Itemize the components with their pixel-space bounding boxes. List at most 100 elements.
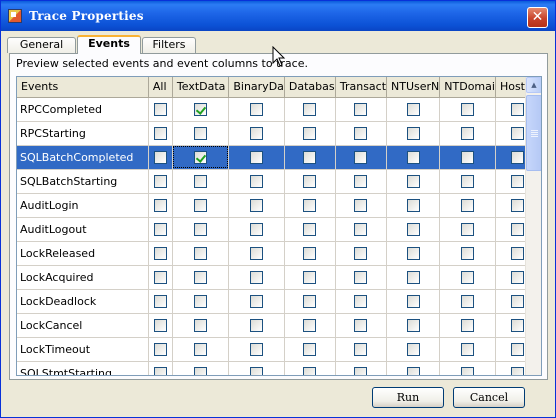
tab-events[interactable]: Events <box>77 35 141 54</box>
column-header-ntusername[interactable]: NTUserN <box>386 77 441 98</box>
checkbox[interactable] <box>194 366 208 375</box>
checkbox[interactable] <box>153 342 167 356</box>
cancel-button[interactable]: Cancel <box>453 387 525 408</box>
checkbox[interactable] <box>153 198 167 212</box>
checkbox[interactable] <box>461 222 475 236</box>
checkbox[interactable] <box>194 294 208 308</box>
table-row[interactable]: LockReleased <box>17 241 541 266</box>
checkbox[interactable] <box>303 270 317 284</box>
checkbox[interactable] <box>354 126 368 140</box>
checkbox[interactable] <box>354 294 368 308</box>
checkbox[interactable] <box>250 294 264 308</box>
checkbox[interactable] <box>511 270 525 284</box>
checkbox[interactable] <box>250 174 264 188</box>
checkbox[interactable] <box>461 318 475 332</box>
checkbox[interactable] <box>303 246 317 260</box>
checkbox[interactable] <box>153 126 167 140</box>
checkbox[interactable] <box>511 102 525 116</box>
event-name-cell[interactable]: LockTimeout <box>17 337 149 362</box>
column-header-binarydata[interactable]: BinaryDa <box>228 77 285 98</box>
table-row[interactable]: LockDeadlock <box>17 289 541 314</box>
checkbox[interactable] <box>194 246 208 260</box>
event-name-cell[interactable]: LockAcquired <box>17 265 149 290</box>
table-row[interactable]: SQLBatchCompleted <box>17 145 541 170</box>
checkbox[interactable] <box>153 318 167 332</box>
checked-checkbox[interactable] <box>194 102 208 116</box>
column-header-ntdomain[interactable]: NTDomai <box>439 77 496 98</box>
checkbox[interactable] <box>303 366 317 375</box>
checkbox[interactable] <box>511 294 525 308</box>
tab-filters[interactable]: Filters <box>142 37 196 53</box>
column-header-database[interactable]: Databas <box>284 77 336 98</box>
column-header-transaction[interactable]: Transact <box>335 77 388 98</box>
checkbox[interactable] <box>153 150 167 164</box>
checkbox[interactable] <box>250 342 264 356</box>
checkbox[interactable] <box>511 366 525 375</box>
checkbox[interactable] <box>461 102 475 116</box>
run-button[interactable]: Run <box>372 387 444 408</box>
checkbox[interactable] <box>250 246 264 260</box>
tab-general[interactable]: General <box>7 37 76 53</box>
checkbox[interactable] <box>250 366 264 375</box>
checkbox[interactable] <box>354 222 368 236</box>
event-name-cell[interactable]: AuditLogin <box>17 193 149 218</box>
checkbox[interactable] <box>153 246 167 260</box>
checkbox[interactable] <box>406 102 420 116</box>
table-row[interactable]: SQLBatchStarting <box>17 169 541 194</box>
event-name-cell[interactable]: LockReleased <box>17 241 149 266</box>
event-name-cell[interactable]: LockCancel <box>17 313 149 338</box>
checkbox[interactable] <box>250 102 264 116</box>
checkbox[interactable] <box>406 174 420 188</box>
table-row[interactable]: SQLStmtStarting <box>17 361 541 375</box>
checkbox[interactable] <box>303 126 317 140</box>
checkbox[interactable] <box>461 174 475 188</box>
checkbox[interactable] <box>354 318 368 332</box>
checkbox[interactable] <box>511 246 525 260</box>
checkbox[interactable] <box>303 342 317 356</box>
event-name-cell[interactable]: SQLBatchStarting <box>17 169 149 194</box>
checkbox[interactable] <box>194 318 208 332</box>
checkbox[interactable] <box>461 198 475 212</box>
checkbox[interactable] <box>153 102 167 116</box>
checkbox[interactable] <box>461 270 475 284</box>
checkbox[interactable] <box>354 174 368 188</box>
event-name-cell[interactable]: AuditLogout <box>17 217 149 242</box>
checkbox[interactable] <box>303 102 317 116</box>
table-row[interactable]: LockTimeout <box>17 337 541 362</box>
checkbox[interactable] <box>461 342 475 356</box>
checkbox[interactable] <box>511 222 525 236</box>
checkbox[interactable] <box>303 222 317 236</box>
checkbox[interactable] <box>511 318 525 332</box>
checkbox[interactable] <box>194 270 208 284</box>
checkbox[interactable] <box>461 366 475 375</box>
column-header-textdata[interactable]: TextData <box>172 77 230 98</box>
event-name-cell[interactable]: RPCStarting <box>17 121 149 146</box>
checkbox[interactable] <box>354 342 368 356</box>
checkbox[interactable] <box>354 270 368 284</box>
checkbox[interactable] <box>461 246 475 260</box>
vertical-scrollbar[interactable]: ▲ <box>525 77 541 375</box>
title-bar[interactable]: Trace Properties ✕ <box>1 1 555 31</box>
column-header-all[interactable]: All <box>148 77 173 98</box>
table-row[interactable]: LockAcquired <box>17 265 541 290</box>
checkbox[interactable] <box>406 294 420 308</box>
scroll-thumb[interactable] <box>526 95 541 171</box>
checkbox[interactable] <box>461 150 475 164</box>
checkbox[interactable] <box>194 222 208 236</box>
checkbox[interactable] <box>303 150 317 164</box>
checkbox[interactable] <box>406 222 420 236</box>
close-button[interactable]: ✕ <box>527 7 548 28</box>
checkbox[interactable] <box>153 222 167 236</box>
checkbox[interactable] <box>354 366 368 375</box>
column-header-events[interactable]: Events <box>17 77 149 98</box>
checkbox[interactable] <box>406 198 420 212</box>
event-name-cell[interactable]: LockDeadlock <box>17 289 149 314</box>
checkbox[interactable] <box>153 294 167 308</box>
table-row[interactable]: RPCCompleted <box>17 97 541 122</box>
checkbox[interactable] <box>153 174 167 188</box>
checkbox[interactable] <box>354 246 368 260</box>
checked-checkbox[interactable] <box>194 150 208 164</box>
event-name-cell[interactable]: SQLBatchCompleted <box>17 145 149 170</box>
checkbox[interactable] <box>406 126 420 140</box>
checkbox[interactable] <box>194 174 208 188</box>
